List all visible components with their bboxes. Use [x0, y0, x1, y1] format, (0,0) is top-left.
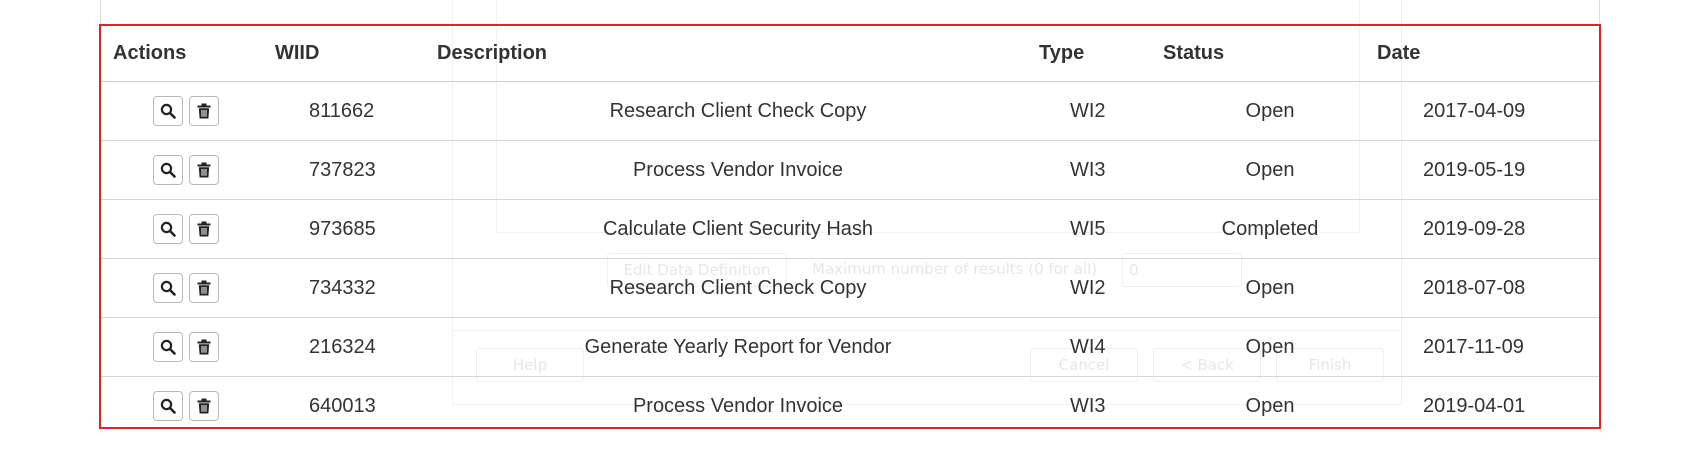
description-cell: Research Client Check Copy	[437, 258, 1039, 318]
column-header-type[interactable]: Type	[1039, 26, 1163, 82]
search-icon	[160, 398, 176, 414]
status-cell: Open	[1163, 258, 1377, 318]
actions-cell	[101, 81, 275, 141]
table-header-row: Actions WIID Description Type Status Dat…	[101, 26, 1599, 82]
trash-icon	[197, 221, 211, 237]
wiid-cell: 737823	[275, 140, 437, 200]
description-cell: Research Client Check Copy	[437, 81, 1039, 141]
type-cell: WI4	[1039, 317, 1163, 377]
view-button[interactable]	[153, 391, 183, 421]
table-row: 973685 Calculate Client Security Hash WI…	[101, 199, 1599, 259]
actions-cell	[101, 258, 275, 318]
delete-button[interactable]	[189, 273, 219, 303]
column-header-description[interactable]: Description	[437, 26, 1039, 82]
status-cell: Completed	[1163, 199, 1377, 259]
search-icon	[160, 280, 176, 296]
column-header-wiid[interactable]: WIID	[275, 26, 437, 82]
delete-button[interactable]	[189, 96, 219, 126]
status-cell: Open	[1245, 394, 1295, 417]
view-button[interactable]	[153, 96, 183, 126]
description-cell: Generate Yearly Report for Vendor	[437, 317, 1039, 377]
table-row: 737823 Process Vendor Invoice WI3 Open 2…	[101, 140, 1599, 200]
view-button[interactable]	[153, 214, 183, 244]
trash-icon	[197, 339, 211, 355]
wiid-cell: 811662	[275, 81, 437, 141]
description-cell: Calculate Client Security Hash	[437, 199, 1039, 259]
search-icon	[160, 339, 176, 355]
description-cell: Process Vendor Invoice	[632, 394, 844, 417]
wiid-cell: 973685	[275, 199, 437, 259]
search-icon	[160, 103, 176, 119]
delete-button[interactable]	[189, 155, 219, 185]
date-cell: 2017-04-09	[1377, 81, 1599, 141]
search-icon	[160, 162, 176, 178]
work-items-table: Actions WIID Description Type Status Dat…	[101, 26, 1599, 428]
view-button[interactable]	[153, 332, 183, 362]
delete-button[interactable]	[189, 332, 219, 362]
type-cell: WI2	[1039, 81, 1163, 141]
actions-cell	[101, 317, 275, 377]
table-container-edge	[100, 0, 1600, 26]
table-row: 216324 Generate Yearly Report for Vendor…	[101, 317, 1599, 377]
trash-icon	[197, 162, 211, 178]
actions-cell	[101, 199, 275, 259]
view-button[interactable]	[153, 273, 183, 303]
actions-cell	[101, 377, 275, 428]
status-cell: Open	[1163, 317, 1377, 377]
type-cell: WI5	[1039, 199, 1163, 259]
wiid-cell: 216324	[275, 317, 437, 377]
date-cell: 2019-09-28	[1377, 199, 1599, 259]
actions-cell	[101, 140, 275, 200]
date-cell: 2019-05-19	[1377, 140, 1599, 200]
column-header-date[interactable]: Date	[1377, 26, 1599, 82]
work-items-table-container: Actions WIID Description Type Status Dat…	[99, 24, 1601, 429]
table-row: 640013 Process Vendor Invoice WI3 Open 2…	[101, 377, 1599, 428]
type-cell: WI2	[1039, 258, 1163, 318]
type-cell: WI3	[1039, 140, 1163, 200]
wiid-cell: 734332	[275, 258, 437, 318]
trash-icon	[197, 103, 211, 119]
delete-button[interactable]	[189, 391, 219, 421]
date-cell: 2018-07-08	[1377, 258, 1599, 318]
trash-icon	[197, 398, 211, 414]
view-button[interactable]	[153, 155, 183, 185]
status-cell: Open	[1163, 81, 1377, 141]
column-header-actions[interactable]: Actions	[101, 26, 275, 82]
wiid-cell: 640013	[309, 394, 376, 417]
table-row: 811662 Research Client Check Copy WI2 Op…	[101, 81, 1599, 141]
type-cell: WI3	[1070, 394, 1106, 417]
table-body: 811662 Research Client Check Copy WI2 Op…	[101, 81, 1599, 428]
date-cell: 2017-11-09	[1377, 317, 1599, 377]
delete-button[interactable]	[189, 214, 219, 244]
search-icon	[160, 221, 176, 237]
date-cell: 2019-04-01	[1423, 394, 1526, 417]
table-row: 734332 Research Client Check Copy WI2 Op…	[101, 258, 1599, 318]
trash-icon	[197, 280, 211, 296]
column-header-status[interactable]: Status	[1163, 26, 1377, 82]
status-cell: Open	[1163, 140, 1377, 200]
description-cell: Process Vendor Invoice	[437, 140, 1039, 200]
